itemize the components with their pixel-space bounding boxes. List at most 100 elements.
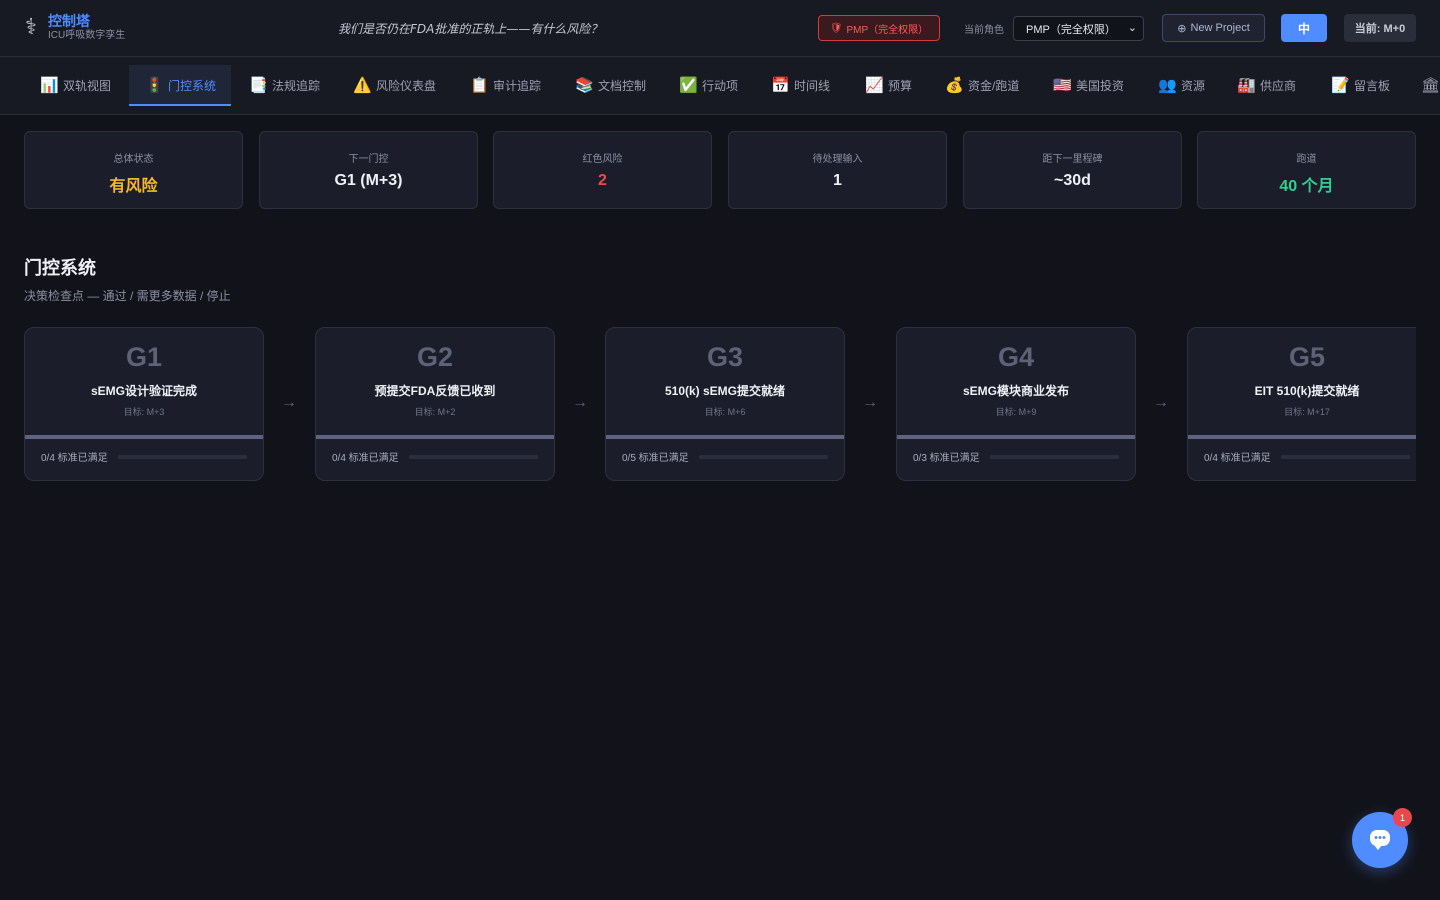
gate-name: 预提交FDA反馈已收到 <box>374 384 496 398</box>
tab-risk-dashboard[interactable]: ⚠️ 风险仪表盘 <box>353 65 436 105</box>
tab-document-control[interactable]: 📚 文档控制 <box>575 65 646 105</box>
gate-name: sEMG模块商业发布 <box>962 384 1069 398</box>
tab-label: 文档控制 <box>598 78 647 93</box>
gate-status-bar <box>1188 435 1416 439</box>
top-header: ⚕ 控制塔 ICU呼吸数字孪生 我们是否仍在FDA批准的正轨上——有什么风险？ … <box>0 0 1440 57</box>
current-month-badge: 当前: M+0 <box>1344 14 1416 42</box>
tab-gates[interactable]: 🚦 门控系统 <box>129 65 231 106</box>
new-project-label: New Project <box>1190 22 1250 34</box>
stat-label: 距下一里程碑 <box>1042 154 1103 165</box>
stat-value: ~30d <box>1054 172 1091 189</box>
stat-card-overall-status: 总体状态 有风险 <box>24 131 243 209</box>
tab-dual-track[interactable]: 📊 双轨视图 <box>40 65 111 105</box>
gate-id: G5 <box>1288 342 1326 372</box>
stat-card-next-gate: 下一门控 G1 (M+3) <box>259 131 478 209</box>
factory-icon: 🏭 <box>1237 77 1256 94</box>
stat-label: 待处理输入 <box>812 154 863 165</box>
tagline: 我们是否仍在FDA批准的正轨上——有什么风险？ <box>338 22 603 36</box>
permission-badge-label: PMP（完全权限） <box>846 24 929 36</box>
tab-label: 资金/跑道 <box>968 78 1020 93</box>
check-box-icon: ✅ <box>679 77 698 94</box>
gate-card-g2[interactable]: G2 预提交FDA反馈已收到 目标: M+2 0/4 标准已满足 <box>315 327 555 481</box>
gate-id: G1 <box>125 342 163 372</box>
tab-timeline[interactable]: 📅 时间线 <box>771 65 830 105</box>
people-icon: 👥 <box>1158 77 1177 94</box>
brand[interactable]: ⚕ 控制塔 ICU呼吸数字孪生 <box>22 12 125 42</box>
gate-card-g5[interactable]: G5 EIT 510(k)提交就绪 目标: M+17 0/4 标准已满足 <box>1187 327 1416 481</box>
gate-target: 目标: M+17 <box>1284 407 1330 417</box>
gate-card-g4[interactable]: G4 sEMG模块商业发布 目标: M+9 0/3 标准已满足 <box>896 327 1136 481</box>
gate-criteria: 0/4 标准已满足 <box>1204 453 1271 464</box>
stat-card-red-risks: 红色风险 2 <box>493 131 712 209</box>
money-bag-icon: 💰 <box>945 77 964 94</box>
gate-progress-bar <box>989 454 1119 459</box>
gate-footer: 0/4 标准已满足 <box>332 449 538 464</box>
tab-message-board[interactable]: 📝 留言板 <box>1331 65 1390 105</box>
stat-value: 有风险 <box>109 178 158 195</box>
tab-label: 时间线 <box>794 78 831 93</box>
gate-id: G4 <box>997 342 1035 372</box>
gate-status-bar <box>316 435 554 439</box>
tab-regulatory[interactable]: 📑 法规追踪 <box>249 65 320 105</box>
brand-text: 控制塔 ICU呼吸数字孪生 <box>48 12 125 42</box>
tab-us-investment[interactable]: 🇺🇸 美国投资 <box>1053 65 1124 105</box>
stat-card-next-milestone: 距下一里程碑 ~30d <box>963 131 1182 209</box>
arrow-right-icon: → <box>281 394 297 411</box>
gate-card-g3[interactable]: G3 510(k) sEMG提交就绪 目标: M+6 0/5 标准已满足 <box>605 327 845 481</box>
line-chart-icon: 📈 <box>865 77 884 94</box>
tab-budget[interactable]: 📈 预算 <box>865 65 912 105</box>
tab-action-items[interactable]: ✅ 行动项 <box>679 65 738 105</box>
gate-criteria: 0/4 标准已满足 <box>41 453 108 464</box>
gate-progress-bar <box>698 454 828 459</box>
tab-label: 审计追踪 <box>493 78 542 93</box>
tab-audit-trail[interactable]: 📋 审计追踪 <box>470 65 541 105</box>
stat-value: G1 (M+3) <box>334 172 403 189</box>
role-select[interactable]: PMP（完全权限） ⌄ <box>1013 16 1144 41</box>
stat-label: 下一门控 <box>348 154 389 165</box>
tab-label: 供应商 <box>1260 78 1297 93</box>
gate-target: 目标: M+2 <box>414 407 456 417</box>
tab-suppliers[interactable]: 🏭 供应商 <box>1237 65 1296 105</box>
tab-label: 风险仪表盘 <box>376 78 437 93</box>
stat-label: 红色风险 <box>582 154 623 165</box>
gate-id: G3 <box>706 342 744 372</box>
arrow-right-icon: → <box>1153 394 1169 411</box>
document-icon: 📑 <box>249 77 268 94</box>
tab-resources[interactable]: 👥 资源 <box>1158 65 1205 105</box>
stat-label: 跑道 <box>1296 154 1317 165</box>
calendar-icon: 📅 <box>771 77 790 94</box>
new-project-button[interactable]: ⊕ New Project <box>1162 14 1265 42</box>
role-label: 当前角色 <box>964 25 1004 36</box>
gate-name: 510(k) sEMG提交就绪 <box>664 384 786 398</box>
tab-funding-runway[interactable]: 💰 资金/跑道 <box>945 65 1019 105</box>
warning-icon: ⚠️ <box>353 77 372 94</box>
gate-card-g1[interactable]: G1 sEMG设计验证完成 目标: M+3 0/4 标准已满足 <box>24 327 264 481</box>
tab-label: 留言板 <box>1354 78 1391 93</box>
classical-building-icon: 🏛 <box>1421 77 1440 94</box>
gate-name: sEMG设计验证完成 <box>90 384 197 398</box>
main-tabs: 📊 双轨视图 🚦 门控系统 📑 法规追踪 ⚠️ 风险仪表盘 📋 审计追踪 📚 文档控制 ✅ 行… <box>0 57 1440 115</box>
gate-footer: 0/3 标准已满足 <box>913 449 1119 464</box>
gate-footer: 0/4 标准已满足 <box>1204 449 1410 464</box>
gate-target: 目标: M+6 <box>704 407 746 417</box>
role-select-value: PMP（完全权限） <box>1026 23 1116 36</box>
language-toggle-button[interactable]: 中 <box>1281 14 1327 42</box>
tab-overflow[interactable]: 🏛 <box>1421 65 1440 105</box>
stat-card-runway: 跑道 40 个月 <box>1197 131 1416 209</box>
arrow-right-icon: → <box>572 394 588 411</box>
plus-circle-icon: ⊕ <box>1177 22 1187 35</box>
stat-value: 2 <box>598 172 607 189</box>
gate-footer: 0/5 标准已满足 <box>622 449 828 464</box>
app-subtitle: ICU呼吸数字孪生 <box>48 30 126 41</box>
gate-pipeline: G1 sEMG设计验证完成 目标: M+3 0/4 标准已满足 → G2 预提交… <box>24 327 1416 483</box>
chat-bubble-icon <box>1370 830 1390 850</box>
stat-card-pending-inputs: 待处理输入 1 <box>728 131 947 209</box>
gate-status-bar <box>25 435 263 439</box>
gate-criteria: 0/4 标准已满足 <box>332 453 399 464</box>
gate-criteria: 0/5 标准已满足 <box>622 453 689 464</box>
gate-id: G2 <box>416 342 454 372</box>
caduceus-icon: ⚕ <box>25 14 37 39</box>
tab-label: 法规追踪 <box>272 78 321 93</box>
memo-icon: 📝 <box>1331 77 1350 94</box>
gate-criteria: 0/3 标准已满足 <box>913 453 980 464</box>
